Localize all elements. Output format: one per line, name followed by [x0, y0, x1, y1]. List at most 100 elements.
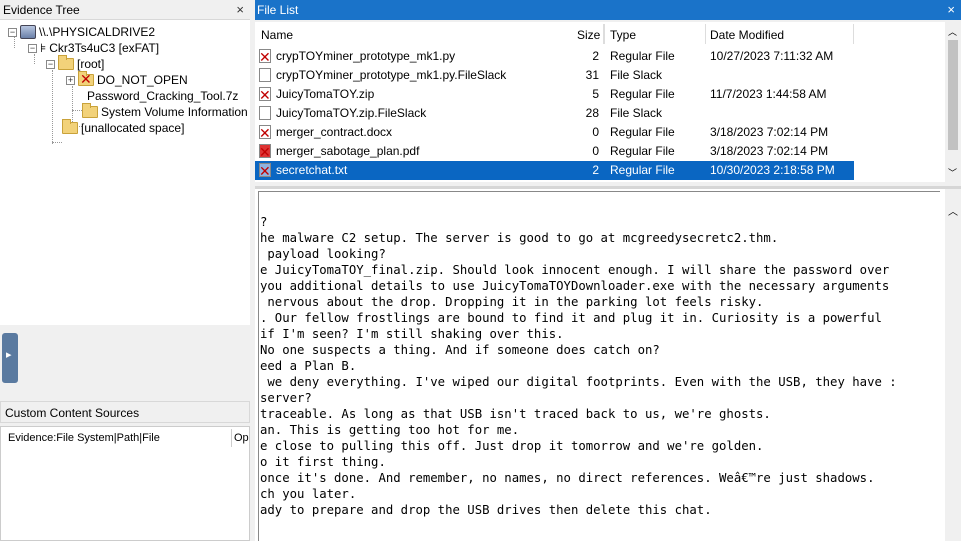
cell-date: 3/18/2023 7:02:14 PM	[710, 125, 829, 139]
text-line: we deny everything. I've wiped our digit…	[260, 375, 897, 389]
cell-date: 11/7/2023 1:44:58 AM	[710, 87, 827, 101]
cell-size: 28	[585, 106, 599, 120]
tree-node-drive[interactable]: − \\.\PHYSICALDRIVE2	[8, 24, 155, 40]
folder-icon	[62, 119, 78, 134]
text-line: traceable. As long as that USB isn't tra…	[260, 407, 771, 421]
deleted-file-icon	[259, 143, 271, 162]
table-row[interactable]: JuicyTomaTOY.zip.FileSlack 28 File Slack	[255, 104, 854, 123]
close-icon[interactable]: ×	[947, 0, 955, 20]
cell-type: File Slack	[610, 106, 663, 120]
evidence-tree-header: Evidence Tree ×	[0, 0, 250, 20]
side-panel-toggle[interactable]	[2, 333, 18, 383]
collapse-icon[interactable]: −	[46, 59, 55, 69]
text-line: ady to prepare and drop the USB drives t…	[260, 503, 712, 517]
tree-node-password-tool[interactable]: Password_Cracking_Tool.7z	[84, 88, 238, 104]
cell-name: JuicyTomaTOY.zip.FileSlack	[276, 106, 427, 120]
cell-type: Regular File	[610, 49, 675, 63]
close-icon[interactable]: ×	[236, 0, 244, 20]
text-line: ?	[260, 215, 268, 229]
evidence-tree: − \\.\PHYSICALDRIVE2 − ⊧ Ckr3Ts4uC3 [exF…	[0, 20, 250, 325]
cell-date: 10/27/2023 7:11:32 AM	[710, 49, 834, 63]
custom-content-title: Custom Content Sources	[5, 406, 140, 420]
cell-date: 3/18/2023 7:02:14 PM	[710, 144, 829, 158]
table-row[interactable]: crypTOYminer_prototype_mk1.py 2 Regular Fi…	[255, 47, 854, 67]
text-line: server?	[260, 391, 312, 405]
folder-icon	[82, 103, 98, 118]
expand-icon[interactable]: +	[66, 75, 75, 85]
left-panel: Evidence Tree × − \\.\PHYSICALDRIVE2 − ⊧…	[0, 0, 250, 541]
column-header-name[interactable]: Name	[261, 25, 293, 45]
cell-size: 0	[592, 125, 599, 139]
scroll-up-icon[interactable]: ︿	[948, 203, 958, 218]
column-header-date[interactable]: Date Modified	[710, 25, 784, 45]
tree-node-unallocated[interactable]: [unallocated space]	[62, 119, 184, 136]
text-line: ch you later.	[260, 487, 357, 501]
file-list-scrollbar[interactable]: ︿ ﹀	[945, 22, 961, 182]
text-line: he malware C2 setup. The server is good …	[260, 231, 779, 245]
cell-type: Regular File	[610, 163, 675, 177]
file-list-title: File List	[257, 3, 299, 17]
deleted-file-icon	[259, 86, 271, 105]
column-header-type[interactable]: Type	[610, 25, 636, 45]
text-line: eed a Plan B.	[260, 359, 357, 373]
text-viewer-content[interactable]: ? he malware C2 setup. The server is good…	[258, 191, 940, 541]
text-line: nervous about the drop. Dropping it in t…	[260, 295, 764, 309]
scroll-down-icon[interactable]: ﹀	[948, 166, 957, 179]
collapse-icon[interactable]: −	[28, 43, 37, 53]
cell-name: crypTOYminer_prototype_mk1.py	[276, 49, 456, 63]
text-line: . Our fellow frostlings are bound to fin…	[260, 311, 882, 325]
tree-node-root[interactable]: − [root]	[46, 55, 104, 72]
drive-icon	[20, 25, 36, 39]
cell-date: 10/30/2023 2:18:58 PM	[710, 163, 835, 177]
text-viewer: ? he malware C2 setup. The server is good…	[255, 186, 961, 541]
tree-node-svi[interactable]: System Volume Information	[82, 103, 248, 120]
scroll-up-icon[interactable]: ︿	[948, 25, 957, 38]
collapse-icon[interactable]: −	[8, 27, 17, 37]
tree-node-partition[interactable]: − ⊧ Ckr3Ts4uC3 [exFAT]	[28, 40, 159, 56]
table-row[interactable]: JuicyTomaTOY.zip 5 Regular File 11/7/2023 1…	[255, 85, 854, 105]
custom-content-header: Custom Content Sources	[0, 401, 250, 423]
table-row[interactable]: crypTOYminer_prototype_mk1.py.FileSlack 3…	[255, 66, 854, 85]
text-line: e close to pulling this off. Just drop i…	[260, 439, 764, 453]
text-line: o it first thing.	[260, 455, 386, 469]
scrollbar-thumb[interactable]	[948, 40, 958, 150]
cell-size: 2	[592, 49, 599, 63]
deleted-file-icon	[259, 124, 271, 143]
partition-icon: ⊧	[40, 41, 47, 55]
cell-size: 5	[592, 87, 599, 101]
cell-name: merger_sabotage_plan.pdf	[276, 144, 420, 158]
text-line: e JuicyTomaTOY_final.zip. Should look in…	[260, 263, 890, 277]
table-row[interactable]: secretchat.txt 2 Regular File 10/30/2023 2:…	[255, 161, 854, 181]
text-line: an. This is getting too hot for me.	[260, 423, 520, 437]
column-header-size[interactable]: Size	[577, 25, 600, 45]
tree-node-do-not-open[interactable]: + DO_NOT_OPEN	[66, 71, 188, 88]
column-header-evidence[interactable]: Evidence:File System|Path|File	[8, 432, 160, 444]
file-list-header: File List ×	[255, 0, 961, 20]
text-line: you additional details to use JuicyTomaT…	[260, 279, 890, 293]
cell-size: 2	[592, 163, 599, 177]
cell-type: Regular File	[610, 87, 675, 101]
cell-type: Regular File	[610, 125, 675, 139]
file-list-panel: File List × Name Size Type Date Modified…	[255, 0, 961, 541]
viewer-scrollbar[interactable]: ︿	[945, 189, 961, 541]
cell-name: crypTOYminer_prototype_mk1.py.FileSlack	[276, 68, 507, 82]
text-line: once it's done. And remember, no names, …	[260, 471, 875, 485]
cell-size: 31	[585, 68, 599, 82]
deleted-file-icon	[259, 48, 271, 67]
cell-type: File Slack	[610, 68, 663, 82]
file-icon	[259, 106, 271, 120]
folder-open-icon	[58, 55, 74, 70]
column-header-op[interactable]: Op	[234, 432, 249, 444]
file-list-table: Name Size Type Date Modified crypTOYmine…	[255, 22, 961, 182]
cell-type: Regular File	[610, 144, 675, 158]
file-icon	[259, 68, 271, 82]
cell-name: secretchat.txt	[276, 163, 348, 177]
cell-name: JuicyTomaTOY.zip	[276, 87, 375, 101]
evidence-tree-title: Evidence Tree	[3, 3, 80, 17]
cell-size: 0	[592, 144, 599, 158]
table-row[interactable]: merger_sabotage_plan.pdf 0 Regular File 3/1…	[255, 142, 854, 162]
text-line: No one suspects a thing. And if someone …	[260, 343, 660, 357]
text-line: if I'm seen? I'm still shaking over this…	[260, 327, 564, 341]
text-line: payload looking?	[260, 247, 386, 261]
table-row[interactable]: merger_contract.docx 0 Regular File 3/18/20…	[255, 123, 854, 143]
